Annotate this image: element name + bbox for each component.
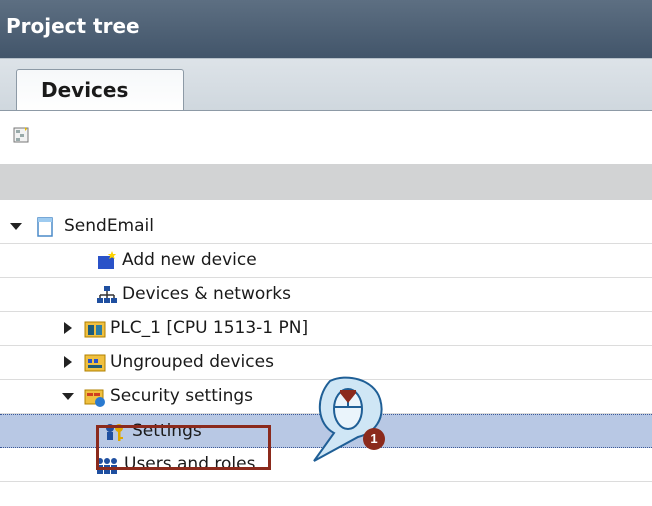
ungrouped-devices-icon xyxy=(84,354,106,372)
mouse-click-icon xyxy=(313,376,383,462)
step-badge: 1 xyxy=(363,428,385,450)
tree-item-label: SendEmail xyxy=(64,216,154,236)
tab-devices-label: Devices xyxy=(41,78,129,102)
tab-strip: Devices xyxy=(0,58,652,113)
tree-item-sendemail[interactable]: SendEmail xyxy=(0,210,652,244)
project-icon xyxy=(37,217,53,237)
highlight-box xyxy=(96,425,271,470)
network-icon xyxy=(97,286,117,303)
tab-devices[interactable]: Devices xyxy=(16,69,184,113)
tree-toolbar xyxy=(0,110,652,163)
tree-item-label: Ungrouped devices xyxy=(110,352,274,372)
expand-arrow-icon[interactable] xyxy=(8,218,24,234)
tree-item-label: PLC_1 [CPU 1513-1 PN] xyxy=(110,318,309,338)
tree-item-add-new-device[interactable]: Add new device xyxy=(0,244,652,278)
add-device-icon xyxy=(98,251,117,269)
project-tree-header: Project tree xyxy=(0,0,652,58)
collapse-arrow-icon[interactable] xyxy=(60,320,76,336)
expand-arrow-icon[interactable] xyxy=(60,388,76,404)
plc-icon xyxy=(84,321,106,338)
tree-header-bar xyxy=(0,164,652,200)
header-title: Project tree xyxy=(6,14,140,38)
tree-item-label: Devices & networks xyxy=(122,284,291,304)
tree-item-label: Security settings xyxy=(110,386,254,406)
security-settings-icon xyxy=(84,389,105,407)
tree-view-icon[interactable] xyxy=(12,125,32,145)
collapse-arrow-icon[interactable] xyxy=(60,354,76,370)
tree-item-devices-networks[interactable]: Devices & networks xyxy=(0,278,652,312)
tree-item-label: Add new device xyxy=(122,250,257,270)
tree-item-plc1[interactable]: PLC_1 [CPU 1513-1 PN] xyxy=(0,312,652,346)
